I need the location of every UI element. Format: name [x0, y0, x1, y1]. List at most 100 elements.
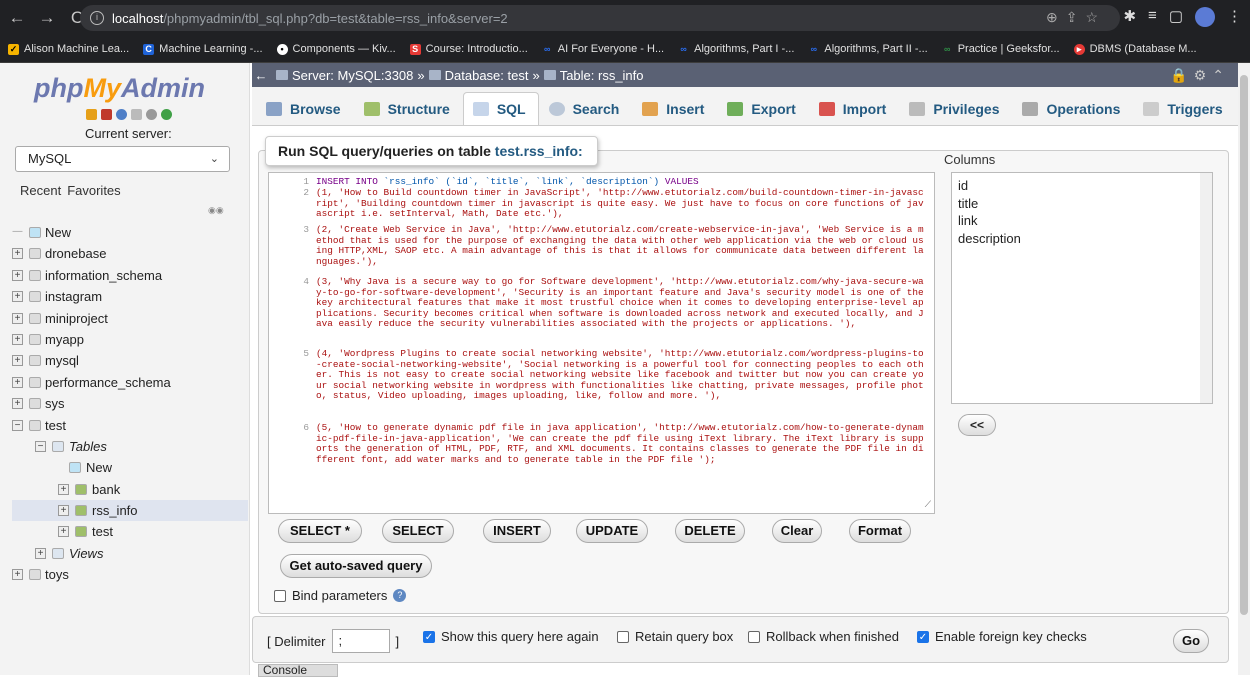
tree-db-mysql[interactable]: + mysql	[12, 350, 248, 371]
tab-insert[interactable]: Insert	[632, 92, 717, 125]
clear-button[interactable]: Clear	[772, 519, 822, 543]
insert-button[interactable]: INSERT	[483, 519, 551, 543]
tab-browse[interactable]: Browse	[256, 92, 354, 125]
bookmark-item[interactable]: • Components — Kiv...	[276, 43, 396, 55]
import-icon	[818, 102, 835, 116]
collapse-panel-icon[interactable]: ←	[254, 68, 268, 83]
delimiter-input[interactable]: ;	[331, 629, 390, 653]
tab-privileges[interactable]: Privileges	[899, 92, 1012, 125]
docs-icon[interactable]	[131, 109, 142, 120]
back-icon[interactable]: ←	[4, 8, 30, 28]
tree-table-rss-info[interactable]: + rss_info	[12, 500, 248, 522]
bookmark-item[interactable]: S Course: Introductio...	[409, 43, 528, 55]
reading-list-icon[interactable]: ≡	[1148, 7, 1157, 27]
browser-actions: ✱ ≡ ▢ ⋮	[1123, 7, 1242, 27]
exit-icon[interactable]	[101, 109, 112, 120]
help-icon[interactable]	[116, 109, 127, 120]
profile-avatar[interactable]	[1195, 7, 1215, 27]
tab-structure[interactable]: Structure	[354, 92, 463, 125]
sql-editor[interactable]: 1 INSERT INTO `rss_info` (`id`, `title`, …	[268, 172, 935, 514]
scrollbar-thumb[interactable]	[1240, 75, 1248, 615]
menu-icon[interactable]: ⋮	[1227, 7, 1242, 27]
resize-handle-icon[interactable]: ⟋	[925, 500, 931, 511]
retain-query-checkbox[interactable]	[617, 630, 629, 643]
tree-db-miniproject[interactable]: + miniproject	[12, 308, 248, 329]
delete-button[interactable]: DELETE	[675, 519, 745, 543]
address-bar[interactable]: i localhost/phpmyadmin/tbl_sql.php?db=te…	[80, 5, 1120, 31]
zoom-share-star-icons[interactable]: ⊕⇪☆	[1046, 9, 1106, 26]
settings-icon[interactable]	[146, 109, 157, 120]
show-query-option[interactable]: ✓ Show this query here again	[423, 629, 599, 644]
tree-db-toys[interactable]: + toys	[12, 564, 248, 585]
tab-import[interactable]: Import	[809, 92, 900, 125]
table-link[interactable]: test.rss_info:	[495, 143, 583, 159]
tree-db-information-schema[interactable]: + information_schema	[12, 265, 248, 286]
bookmark-item[interactable]: ▸ DBMS (Database M...	[1073, 43, 1197, 55]
tab-operations[interactable]: Operations	[1012, 92, 1133, 125]
rollback-checkbox[interactable]	[748, 630, 760, 643]
get-autosaved-query-button[interactable]: Get auto-saved query	[280, 554, 432, 578]
retain-query-option[interactable]: Retain query box	[617, 629, 733, 644]
tree-table-new[interactable]: New	[12, 457, 248, 478]
page-settings-icons[interactable]: 🔒⚙⌃	[1170, 67, 1230, 84]
bookmark-item[interactable]: ∞ AI For Everyone - H...	[542, 43, 664, 55]
go-button[interactable]: Go	[1173, 629, 1209, 653]
column-item[interactable]: id	[958, 177, 1206, 195]
breadcrumb-database[interactable]: Database: test	[428, 68, 528, 83]
tree-table-bank[interactable]: + bank	[12, 479, 248, 500]
foreign-key-option[interactable]: ✓ Enable foreign key checks	[917, 629, 1087, 644]
update-button[interactable]: UPDATE	[576, 519, 648, 543]
tree-new[interactable]: — New	[12, 222, 248, 243]
columns-scrollbar[interactable]	[1200, 173, 1212, 403]
breadcrumb-server[interactable]: Server: MySQL:3308	[276, 68, 413, 83]
tab-sql[interactable]: SQL	[462, 92, 539, 125]
bind-parameters-checkbox[interactable]	[274, 589, 286, 602]
forward-icon[interactable]: →	[34, 8, 60, 28]
bookmark-item[interactable]: ✓ Alison Machine Lea...	[8, 43, 129, 55]
tree-db-dronebase[interactable]: + dronebase	[12, 243, 248, 264]
bookmark-item[interactable]: ∞ Practice | Geeksfor...	[942, 43, 1060, 55]
show-query-checkbox[interactable]: ✓	[423, 630, 435, 643]
tab-triggers[interactable]: Triggers	[1133, 92, 1235, 125]
insert-column-button[interactable]: <<	[958, 414, 996, 436]
phpmyadmin-logo[interactable]: phpMyAdmin	[34, 73, 205, 104]
tree-db-performance-schema[interactable]: + performance_schema	[12, 372, 248, 393]
console-toggle[interactable]: Console	[258, 664, 338, 677]
wrench-icon	[1022, 102, 1039, 116]
reload-nav-icon[interactable]	[161, 109, 172, 120]
page-scrollbar[interactable]	[1238, 63, 1250, 675]
select-button[interactable]: SELECT	[382, 519, 454, 543]
server-select[interactable]: MySQL ⌄	[15, 146, 230, 172]
tree-table-test[interactable]: + test	[12, 521, 248, 542]
tab-export[interactable]: Export	[717, 92, 808, 125]
tree-tables-group[interactable]: − Tables	[12, 436, 248, 457]
structure-icon	[363, 102, 380, 116]
breadcrumb-table[interactable]: Table: rss_info	[543, 68, 644, 83]
rollback-option[interactable]: Rollback when finished	[748, 629, 899, 644]
bookmark-item[interactable]: ∞ Algorithms, Part I -...	[678, 43, 794, 55]
side-panel-icon[interactable]: ▢	[1169, 7, 1183, 27]
format-button[interactable]: Format	[849, 519, 911, 543]
bookmark-item[interactable]: ∞ Algorithms, Part II -...	[808, 43, 928, 55]
bookmark-item[interactable]: C Machine Learning -...	[143, 43, 263, 55]
tree-db-test[interactable]: − test	[12, 415, 248, 436]
recent-tab[interactable]: Recent	[20, 183, 61, 198]
collapse-all-icon[interactable]: ◉◉	[208, 205, 224, 216]
column-item[interactable]: link	[958, 212, 1206, 230]
columns-list[interactable]: id title link description	[951, 172, 1213, 404]
favorites-tab[interactable]: Favorites	[67, 183, 120, 198]
column-item[interactable]: description	[958, 230, 1206, 248]
tree-db-instagram[interactable]: + instagram	[12, 286, 248, 307]
tree-views-group[interactable]: + Views	[12, 543, 248, 564]
bind-parameters-option[interactable]: Bind parameters ?	[274, 588, 407, 603]
column-item[interactable]: title	[958, 195, 1206, 213]
tree-db-myapp[interactable]: + myapp	[12, 329, 248, 350]
site-info-icon[interactable]: i	[90, 11, 104, 25]
tab-search[interactable]: Search	[539, 92, 633, 125]
select-star-button[interactable]: SELECT *	[278, 519, 362, 543]
help-icon[interactable]: ?	[393, 589, 407, 602]
extensions-icon[interactable]: ✱	[1123, 7, 1136, 27]
home-icon[interactable]	[86, 109, 97, 120]
foreign-key-checkbox[interactable]: ✓	[917, 630, 929, 643]
tree-db-sys[interactable]: + sys	[12, 393, 248, 414]
